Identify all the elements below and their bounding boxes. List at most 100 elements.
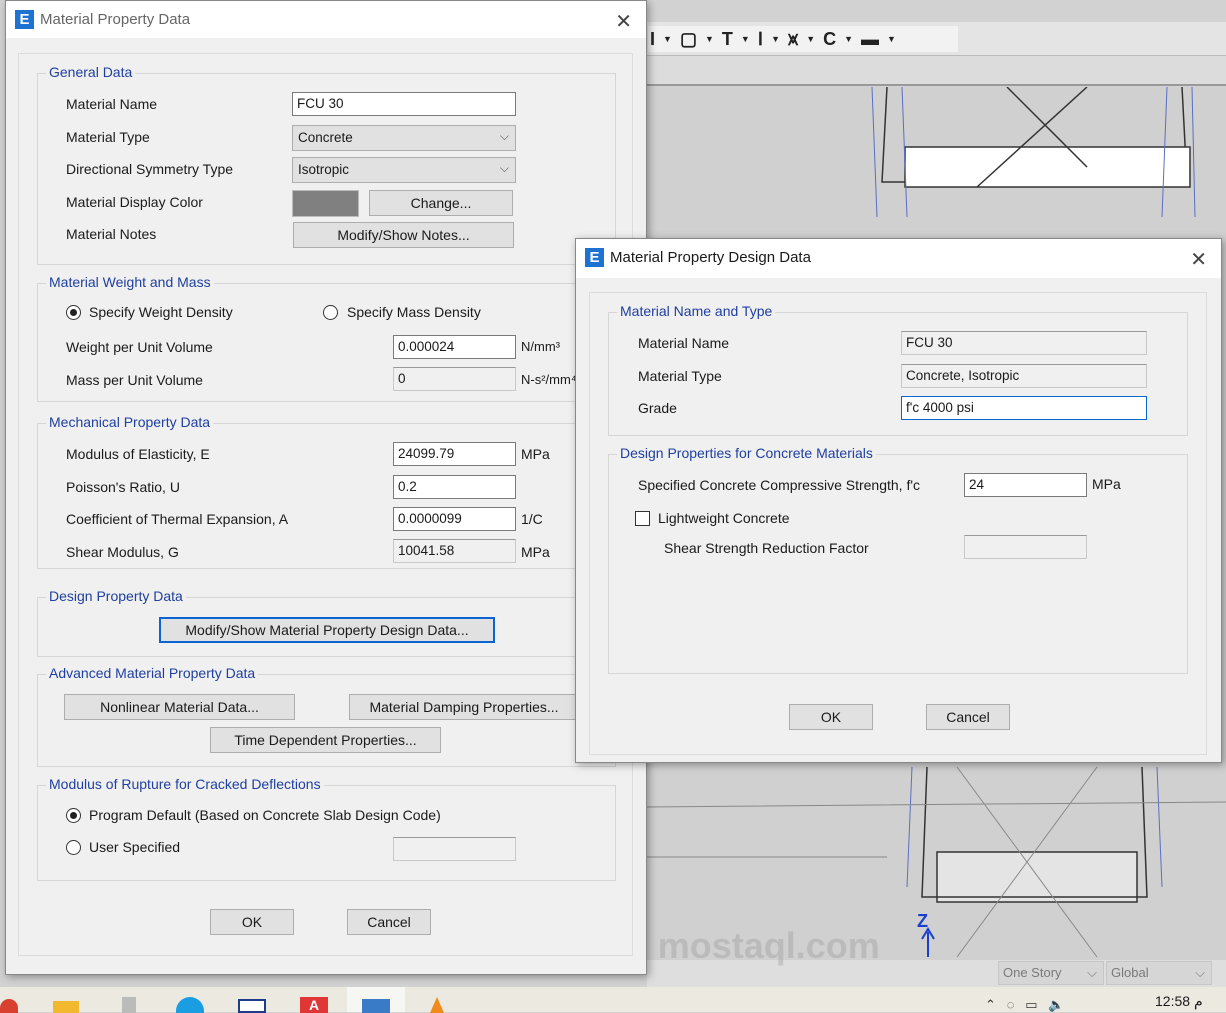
file-explorer-icon[interactable] (53, 1001, 79, 1013)
lightweight-concrete-checkbox[interactable] (635, 511, 650, 526)
general-data-group: General Data Material Name FCU 30 Materi… (37, 64, 616, 265)
symmetry-type-select[interactable]: Isotropic ⌵ (292, 157, 516, 183)
mass-per-volume-input[interactable]: 0 (393, 367, 516, 391)
close-icon[interactable]: ✕ (615, 9, 632, 34)
elasticity-label: Modulus of Elasticity, E (66, 446, 210, 462)
material-type-select[interactable]: Concrete ⌵ (292, 125, 516, 151)
material-type-value: Concrete (298, 130, 353, 145)
dialog-body: Material Name and Type Material Name FCU… (576, 278, 1221, 762)
coord-system-dropdown[interactable]: Global ⌵ (1106, 961, 1212, 985)
advanced-property-group: Advanced Material Property Data Nonlinea… (37, 665, 616, 767)
group-legend: Design Properties for Concrete Materials (617, 445, 876, 461)
compressive-strength-input[interactable]: 24 (964, 473, 1087, 497)
mass-per-volume-label: Mass per Unit Volume (66, 372, 203, 388)
cancel-button[interactable]: Cancel (926, 704, 1010, 730)
chrome-icon[interactable] (0, 999, 18, 1013)
dropdown-arrow-icon[interactable]: ▼ (663, 34, 672, 44)
plate-section-icon[interactable]: ▬ (861, 29, 879, 50)
user-specified-radio[interactable] (66, 840, 81, 855)
material-name-field[interactable]: FCU 30 (901, 331, 1147, 355)
dialog-title: Material Property Data (40, 11, 191, 28)
weight-unit: N/mm³ (521, 339, 560, 354)
poisson-label: Poisson's Ratio, U (66, 479, 180, 495)
weight-density-label: Specify Weight Density (89, 304, 233, 320)
mass-density-label: Specify Mass Density (347, 304, 481, 320)
i-section-icon[interactable]: I (650, 29, 655, 50)
ok-button[interactable]: OK (789, 704, 873, 730)
shear-modulus-label: Shear Modulus, G (66, 544, 179, 560)
weight-per-volume-input[interactable]: 0.000024 (393, 335, 516, 359)
cancel-button[interactable]: Cancel (347, 909, 431, 935)
modify-design-data-button[interactable]: Modify/Show Material Property Design Dat… (159, 617, 495, 643)
group-legend: Advanced Material Property Data (46, 665, 259, 681)
weight-density-radio[interactable] (66, 305, 81, 320)
etabs-taskbar-item[interactable] (347, 987, 405, 1013)
etabs-icon (362, 999, 390, 1013)
dropdown-arrow-icon[interactable]: ▼ (806, 34, 815, 44)
dropdown-arrow-icon[interactable]: ▼ (741, 34, 750, 44)
group-legend: Modulus of Rupture for Cracked Deflectio… (46, 776, 324, 792)
program-default-radio[interactable] (66, 808, 81, 823)
group-legend: Mechanical Property Data (46, 414, 214, 430)
dropdown-arrow-icon[interactable]: ▼ (705, 34, 714, 44)
group-legend: Design Property Data (46, 588, 186, 604)
coord-value: Global (1111, 965, 1149, 980)
damping-properties-button[interactable]: Material Damping Properties... (349, 694, 579, 720)
story-value: One Story (1003, 965, 1062, 980)
story-dropdown[interactable]: One Story ⌵ (998, 961, 1104, 985)
symmetry-type-label: Directional Symmetry Type (66, 161, 234, 177)
thermal-expansion-label: Coefficient of Thermal Expansion, A (66, 511, 289, 527)
z-axis-label: Z (917, 911, 928, 931)
truss-icon[interactable]: ⩙ (788, 29, 798, 50)
lightweight-concrete-label: Lightweight Concrete (658, 510, 790, 526)
poisson-input[interactable]: 0.2 (393, 475, 516, 499)
change-color-button[interactable]: Change... (369, 190, 513, 216)
dropdown-arrow-icon[interactable]: ▼ (887, 34, 896, 44)
material-type-label: Material Type (638, 368, 722, 384)
close-icon[interactable]: ✕ (1190, 247, 1207, 272)
thermal-expansion-input[interactable]: 0.0000099 (393, 507, 516, 531)
toolbar-strip (647, 56, 1226, 86)
shear-reduction-input[interactable] (964, 535, 1087, 559)
thermal-unit: 1/C (521, 511, 543, 527)
app-window-icon[interactable] (238, 999, 266, 1013)
etabs-logo-icon: E (585, 248, 604, 267)
user-specified-input[interactable] (393, 837, 516, 861)
dropdown-arrow-icon[interactable]: ▼ (771, 34, 780, 44)
design-data-dialog: E Material Property Design Data ✕ Materi… (575, 238, 1222, 763)
shear-reduction-label: Shear Strength Reduction Factor (664, 540, 869, 556)
clock[interactable]: 12:58 م (1155, 993, 1203, 1010)
box-i-section-icon[interactable]: Ⅰ (758, 29, 763, 50)
weight-per-volume-label: Weight per Unit Volume (66, 339, 213, 355)
material-type-field[interactable]: Concrete, Isotropic (901, 364, 1147, 388)
autocad-icon[interactable]: A (300, 997, 328, 1013)
edge-icon[interactable] (176, 997, 204, 1013)
title-bar: E Material Property Data ✕ (6, 1, 646, 38)
tray-icons[interactable]: ⌃ ◌ ▭ 🔈 (985, 997, 1065, 1013)
material-name-input[interactable]: FCU 30 (292, 92, 516, 116)
dialog-title: Material Property Design Data (610, 249, 811, 266)
mass-density-radio[interactable] (323, 305, 338, 320)
user-specified-label: User Specified (89, 839, 181, 855)
nonlinear-data-button[interactable]: Nonlinear Material Data... (64, 694, 295, 720)
calculator-icon[interactable] (122, 997, 136, 1013)
chevron-down-icon: ⌵ (499, 161, 509, 175)
dropdown-arrow-icon[interactable]: ▼ (844, 34, 853, 44)
rect-section-icon[interactable]: ▢ (680, 29, 697, 50)
group-legend: General Data (46, 64, 136, 80)
shear-modulus-input[interactable]: 10041.58 (393, 539, 516, 563)
group-legend: Material Weight and Mass (46, 274, 214, 290)
modulus-rupture-group: Modulus of Rupture for Cracked Deflectio… (37, 776, 616, 881)
content-panel: General Data Material Name FCU 30 Materi… (18, 53, 633, 956)
tee-section-icon[interactable]: T (722, 29, 733, 50)
channel-section-icon[interactable]: C (823, 29, 836, 50)
time-dependent-button[interactable]: Time Dependent Properties... (210, 727, 441, 753)
weight-mass-group: Material Weight and Mass Specify Weight … (37, 274, 616, 402)
clock-suffix: م (1193, 993, 1203, 1009)
vlc-icon[interactable] (430, 997, 444, 1013)
modify-notes-button[interactable]: Modify/Show Notes... (293, 222, 514, 248)
display-color-swatch[interactable] (292, 190, 359, 217)
elasticity-input[interactable]: 24099.79 (393, 442, 516, 466)
grade-input[interactable]: f'c 4000 psi (901, 396, 1147, 420)
ok-button[interactable]: OK (210, 909, 294, 935)
